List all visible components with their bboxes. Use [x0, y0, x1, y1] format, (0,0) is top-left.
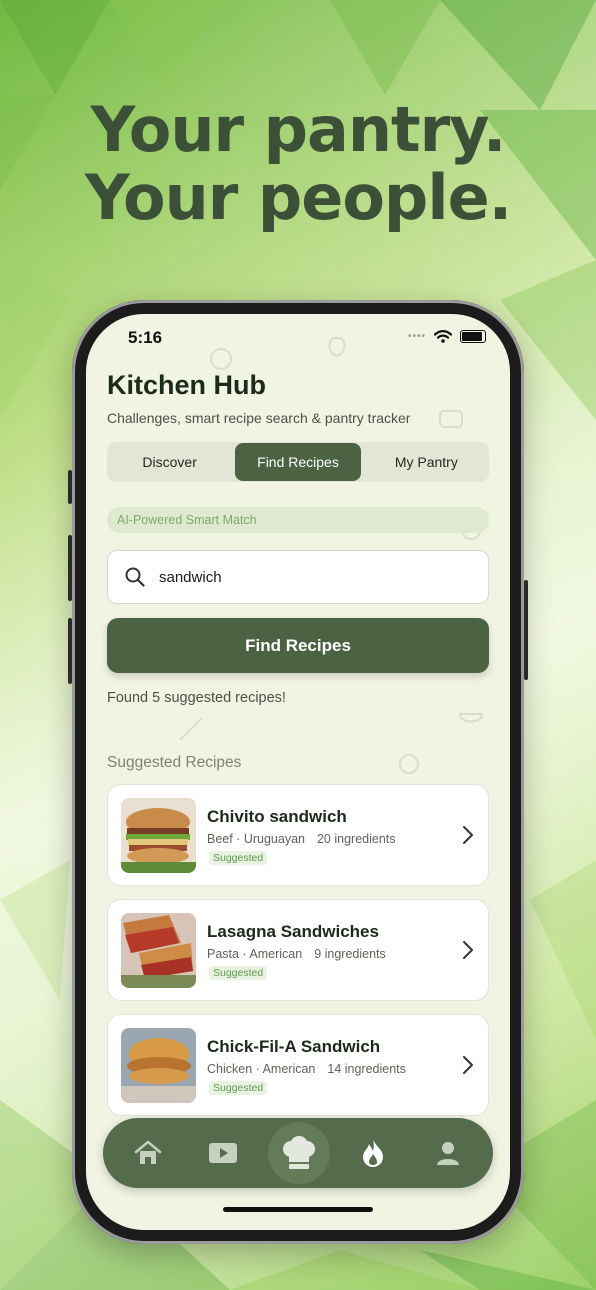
home-icon [134, 1140, 162, 1164]
recipe-name: Lasagna Sandwiches [207, 922, 379, 941]
tab-challenges[interactable] [343, 1118, 403, 1188]
search-field[interactable]: sandwich [107, 550, 489, 604]
recipe-card[interactable]: Chick-Fil-A Sandwich Chicken · American 1… [107, 1014, 489, 1116]
status-time: 5:16 [128, 328, 163, 347]
phone-power-button [524, 580, 528, 680]
chevron-right-icon [463, 941, 473, 959]
recipe-thumbnail [121, 913, 196, 988]
recipe-name: Chivito sandwich [207, 807, 347, 826]
phone-mute-switch [68, 470, 72, 504]
segmented-control: Discover Find Recipes My Pantry [107, 442, 489, 482]
profile-icon [437, 1142, 459, 1165]
search-icon [125, 567, 145, 587]
bowl-doodle-icon [458, 713, 484, 723]
tab-home[interactable] [118, 1118, 178, 1188]
tab-find-recipes[interactable]: Find Recipes [235, 443, 361, 481]
search-input[interactable]: sandwich [159, 569, 222, 586]
phone-screen: 5:16 •••• Kitchen Hub Challenges, smart … [86, 314, 510, 1230]
whisk-doodle-icon [179, 717, 203, 741]
result-message: Found 5 suggested recipes! [107, 690, 286, 706]
recipe-ingredients: 14 ingredients [327, 1062, 406, 1076]
app-subtitle: Challenges, smart recipe search & pantry… [107, 410, 411, 426]
chevron-right-icon [463, 826, 473, 844]
recipe-category: Beef · Uruguayan [207, 832, 305, 846]
wifi-icon [434, 330, 452, 343]
ai-smart-match-badge: AI-Powered Smart Match [107, 507, 489, 533]
onion-doodle-icon [399, 754, 419, 774]
suggested-badge: Suggested [209, 966, 268, 980]
recipe-meta: Pasta · American 9 ingredients [207, 947, 386, 961]
phone-volume-up [68, 535, 72, 601]
recipe-thumbnail [121, 798, 196, 873]
recipe-thumbnail [121, 1028, 196, 1103]
recipe-ingredients: 20 ingredients [316, 832, 396, 846]
headline-line-2: Your people. [84, 161, 512, 234]
chat-doodle-icon [439, 410, 463, 428]
flame-icon [363, 1139, 383, 1167]
recipe-meta: Chicken · American 14 ingredients [207, 1062, 406, 1076]
chef-hat-icon [283, 1136, 315, 1169]
status-icons: •••• [408, 330, 486, 343]
recipe-name: Chick-Fil-A Sandwich [207, 1037, 381, 1056]
recipe-ingredients: 9 ingredients [314, 947, 386, 961]
tab-discover[interactable]: Discover [107, 443, 232, 481]
chevron-right-icon [463, 1056, 473, 1074]
apple-doodle-icon [328, 336, 346, 358]
recipe-card[interactable]: Lasagna Sandwiches Pasta · American 9 ing… [107, 899, 489, 1001]
suggested-badge: Suggested [209, 851, 268, 865]
recipe-meta: Beef · Uruguayan 20 ingredients [207, 832, 396, 846]
recipe-category: Pasta · American [207, 947, 303, 961]
section-title: Suggested Recipes [107, 754, 242, 771]
recipe-category: Chicken · American [207, 1062, 316, 1076]
tab-videos[interactable] [193, 1118, 253, 1188]
home-indicator[interactable] [223, 1207, 373, 1212]
bottom-tab-bar [103, 1118, 493, 1188]
marketing-headline: Your pantry. Your people. [0, 96, 596, 232]
tab-my-pantry[interactable]: My Pantry [364, 443, 489, 481]
video-icon [209, 1143, 237, 1163]
signal-dots-icon: •••• [407, 331, 426, 342]
suggested-badge: Suggested [209, 1081, 268, 1095]
battery-icon [460, 330, 486, 343]
find-recipes-button[interactable]: Find Recipes [107, 618, 489, 673]
phone-volume-down [68, 618, 72, 684]
app-title: Kitchen Hub [107, 370, 266, 400]
tab-profile[interactable] [418, 1118, 478, 1188]
headline-line-1: Your pantry. [90, 93, 507, 166]
tab-recipes[interactable] [268, 1122, 330, 1184]
recipe-card[interactable]: Chivito sandwich Beef · Uruguayan 20 ingr… [107, 784, 489, 886]
